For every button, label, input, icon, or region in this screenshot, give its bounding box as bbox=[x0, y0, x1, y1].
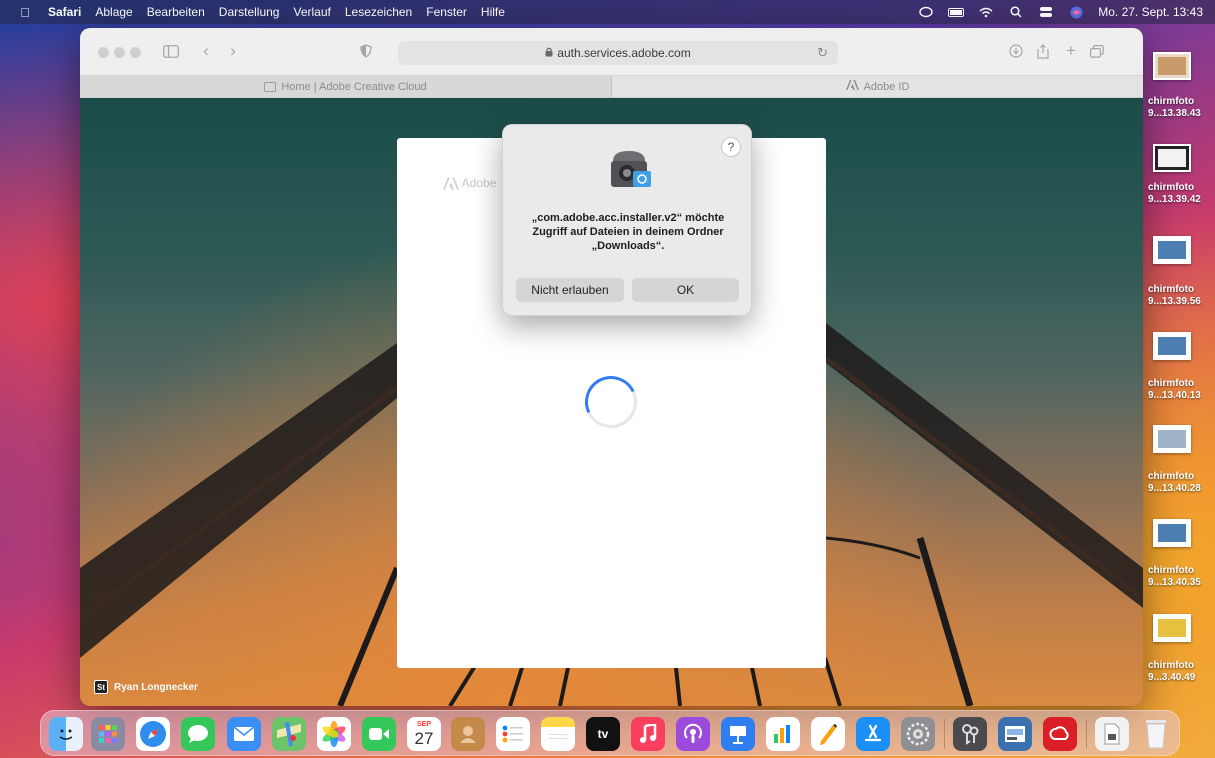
file-access-permission-dialog: ? „com.adobe.acc.installer.v2“ möchte Zu… bbox=[502, 124, 752, 316]
tab-title: Adobe ID bbox=[863, 80, 910, 93]
safari-toolbar: ‹ › auth.services.adobe.com ↻ + bbox=[80, 28, 1143, 76]
dock-separator bbox=[1086, 719, 1087, 749]
creative-cloud-status-icon[interactable] bbox=[918, 5, 934, 19]
back-chevron-icon[interactable]: ‹ bbox=[195, 41, 217, 61]
file-thumbnail-icon bbox=[1153, 614, 1191, 642]
keynote-icon[interactable] bbox=[721, 717, 755, 751]
mail-icon[interactable] bbox=[227, 717, 261, 751]
desktop-screenshot-file[interactable]: chirmfoto 9...13.39.56 bbox=[1148, 236, 1215, 308]
keychain-icon[interactable] bbox=[953, 717, 987, 751]
calendar-icon[interactable]: SEP 27 bbox=[407, 717, 441, 751]
file-thumbnail-icon bbox=[1153, 425, 1191, 453]
menubar:  Safari Ablage Bearbeiten Darstellung V… bbox=[0, 0, 1215, 24]
file-thumbnail-icon bbox=[1153, 519, 1191, 547]
menu-lesezeichen[interactable]: Lesezeichen bbox=[345, 5, 412, 19]
new-tab-plus-icon[interactable]: + bbox=[1060, 41, 1082, 61]
menu-verlauf[interactable]: Verlauf bbox=[293, 5, 330, 19]
battery-icon[interactable] bbox=[948, 5, 965, 19]
deny-button[interactable]: Nicht erlauben bbox=[516, 278, 624, 302]
tv-icon[interactable]: tv bbox=[586, 717, 620, 751]
facetime-icon[interactable] bbox=[362, 717, 396, 751]
sidebar-toggle-icon[interactable] bbox=[160, 41, 182, 61]
tab-overview-icon[interactable] bbox=[1086, 41, 1108, 61]
security-lock-folder-icon bbox=[611, 151, 651, 187]
podcasts-icon[interactable] bbox=[676, 717, 710, 751]
dock: SEP 27 tv bbox=[40, 710, 1180, 756]
desktop-screenshot-file[interactable]: chirmfoto 9...13.40.35 bbox=[1148, 519, 1215, 591]
app-store-icon[interactable] bbox=[856, 717, 890, 751]
photo-credit-name: Ryan Longnecker bbox=[114, 681, 198, 693]
numbers-icon[interactable] bbox=[766, 717, 800, 751]
dock-separator bbox=[944, 719, 945, 749]
reload-icon[interactable]: ↻ bbox=[817, 45, 828, 61]
desktop-screenshot-file[interactable]: chirmfoto 9...13.40.13 bbox=[1148, 332, 1215, 404]
reminders-icon[interactable] bbox=[496, 717, 530, 751]
adobe-watermark: Adobe bbox=[443, 176, 496, 190]
tab-adobe-creative-cloud[interactable]: Home | Adobe Creative Cloud bbox=[80, 76, 612, 97]
calendar-day: 27 bbox=[414, 728, 434, 748]
menu-darstellung[interactable]: Darstellung bbox=[219, 5, 280, 19]
pages-icon[interactable] bbox=[811, 717, 845, 751]
contacts-icon[interactable] bbox=[451, 717, 485, 751]
desktop-screenshot-file[interactable]: chirmfoto 9...13.38.43 bbox=[1148, 52, 1215, 124]
file-thumbnail-icon bbox=[1153, 332, 1191, 360]
file-thumbnail-icon bbox=[1153, 52, 1191, 80]
close-window-button[interactable] bbox=[98, 47, 109, 58]
ok-button[interactable]: OK bbox=[632, 278, 739, 302]
trash-icon[interactable] bbox=[1139, 717, 1173, 751]
messages-icon[interactable] bbox=[181, 717, 215, 751]
desktop-screenshot-file[interactable]: chirmfoto 9...3.40.49 bbox=[1148, 614, 1215, 686]
minimize-window-button[interactable] bbox=[114, 47, 125, 58]
photo-credit: St Ryan Longnecker bbox=[94, 680, 198, 694]
zoom-window-button[interactable] bbox=[130, 47, 141, 58]
launchpad-icon[interactable] bbox=[91, 717, 125, 751]
help-button[interactable]: ? bbox=[721, 137, 741, 157]
menu-fenster[interactable]: Fenster bbox=[426, 5, 467, 19]
downloads-icon[interactable] bbox=[1005, 41, 1027, 61]
desktop-screenshot-file[interactable]: chirmfoto 9...13.40.28 bbox=[1148, 425, 1215, 497]
page-favicon-icon bbox=[264, 81, 277, 92]
notes-icon[interactable] bbox=[541, 717, 575, 751]
file-thumbnail-icon bbox=[1153, 236, 1191, 264]
downloads-stack-icon[interactable] bbox=[1095, 717, 1129, 751]
menu-ablage[interactable]: Ablage bbox=[95, 5, 132, 19]
tab-adobe-id[interactable]: Adobe ID bbox=[612, 76, 1143, 97]
wifi-icon[interactable] bbox=[978, 5, 994, 19]
privacy-shield-icon[interactable] bbox=[355, 41, 377, 61]
finder-icon[interactable] bbox=[49, 717, 83, 751]
url-text: auth.services.adobe.com bbox=[557, 46, 691, 60]
forward-chevron-icon[interactable]: › bbox=[222, 41, 244, 61]
photos-icon[interactable] bbox=[317, 717, 351, 751]
tv-label: tv bbox=[597, 727, 609, 741]
loading-spinner bbox=[577, 368, 645, 436]
lock-icon bbox=[545, 47, 553, 60]
safari-icon[interactable] bbox=[136, 717, 170, 751]
address-bar[interactable]: auth.services.adobe.com ↻ bbox=[398, 41, 838, 65]
maps-icon[interactable] bbox=[272, 717, 306, 751]
tab-title: Home | Adobe Creative Cloud bbox=[281, 80, 427, 93]
status-area: Mo. 27. Sept. 13:43 bbox=[918, 0, 1203, 24]
menu-bearbeiten[interactable]: Bearbeiten bbox=[147, 5, 205, 19]
menu-hilfe[interactable]: Hilfe bbox=[481, 5, 505, 19]
siri-icon[interactable] bbox=[1068, 5, 1084, 19]
share-icon[interactable] bbox=[1032, 41, 1054, 61]
preview-icon[interactable] bbox=[998, 717, 1032, 751]
calendar-month: SEP bbox=[416, 720, 431, 728]
menu-app[interactable]: Safari bbox=[48, 5, 81, 19]
tab-bar: Home | Adobe Creative Cloud Adobe ID bbox=[80, 76, 1143, 98]
adobe-logo-icon bbox=[845, 80, 859, 93]
stock-badge-icon: St bbox=[94, 680, 108, 694]
permission-message: „com.adobe.acc.installer.v2“ möchte Zugr… bbox=[531, 212, 725, 252]
system-preferences-icon[interactable] bbox=[901, 717, 935, 751]
apple-menu-icon[interactable]:  bbox=[16, 5, 34, 20]
file-thumbnail-icon bbox=[1153, 144, 1191, 172]
control-center-icon[interactable] bbox=[1038, 5, 1054, 19]
music-icon[interactable] bbox=[631, 717, 665, 751]
spotlight-search-icon[interactable] bbox=[1008, 5, 1024, 19]
creative-cloud-icon[interactable] bbox=[1043, 717, 1077, 751]
desktop-screenshot-file[interactable]: chirmfoto 9...13.39.42 bbox=[1148, 144, 1215, 216]
clock[interactable]: Mo. 27. Sept. 13:43 bbox=[1098, 5, 1203, 19]
